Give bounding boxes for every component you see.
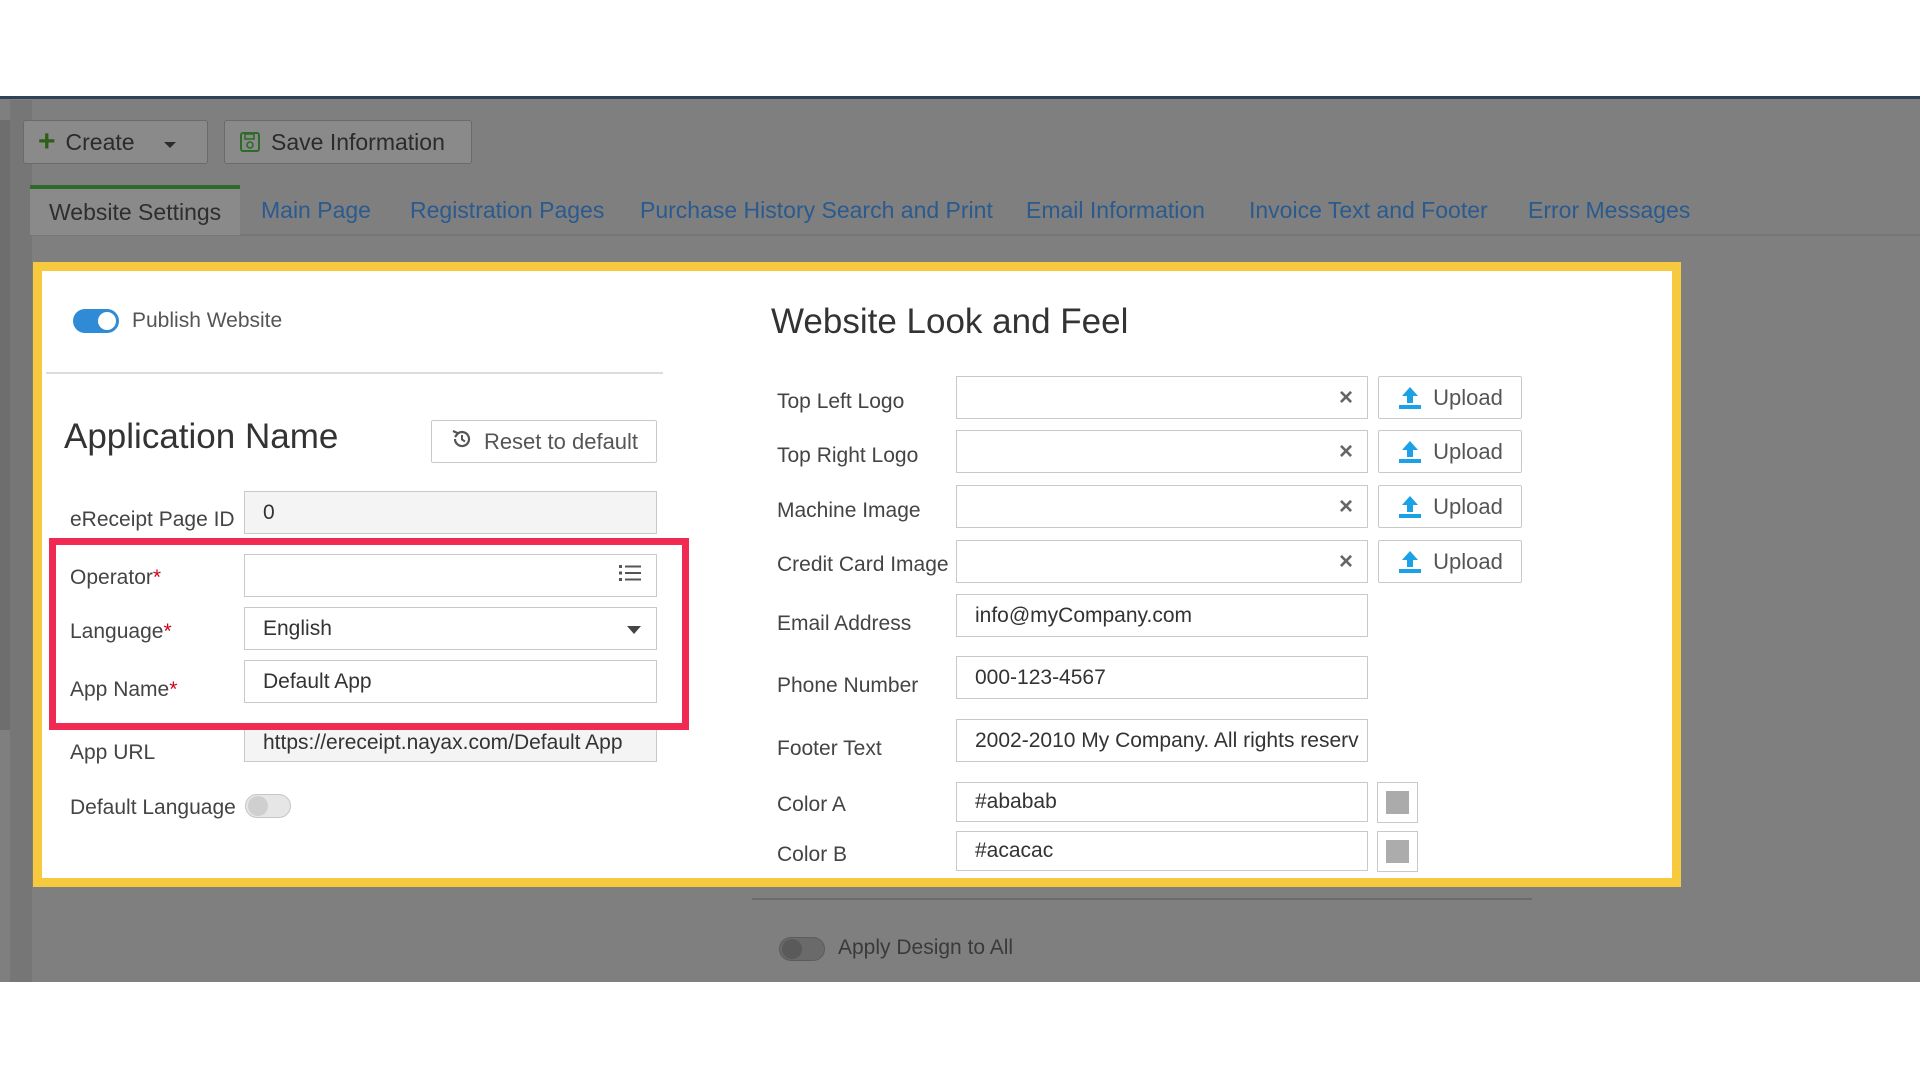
section-divider (46, 372, 663, 374)
tab-registration-pages[interactable]: Registration Pages (410, 185, 604, 235)
machine-image-label: Machine Image (777, 499, 921, 522)
credit-card-image-field[interactable]: × (956, 540, 1368, 583)
tab-email-information[interactable]: Email Information (1026, 185, 1205, 235)
reset-to-default-label: Reset to default (483, 428, 639, 454)
application-name-heading: Application Name (64, 417, 339, 456)
create-button-label: Create (65, 128, 135, 155)
upload-label: Upload (1433, 384, 1503, 410)
page-id-value: 0 (263, 500, 275, 524)
phone-number-value: 000-123-4567 (975, 665, 1106, 689)
reset-to-default-button[interactable]: Reset to default (431, 420, 657, 463)
upload-label: Upload (1433, 438, 1503, 464)
email-address-label: Email Address (777, 612, 912, 635)
upload-label: Upload (1433, 548, 1503, 574)
color-b-input[interactable]: #acacac (956, 831, 1368, 871)
tab-invoice-text-footer[interactable]: Invoice Text and Footer (1249, 185, 1488, 235)
color-b-swatch[interactable] (1377, 831, 1418, 872)
color-a-chip (1386, 791, 1409, 814)
page-id-label: eReceipt Page ID (70, 508, 235, 531)
tab-website-settings[interactable]: Website Settings (30, 185, 240, 235)
publish-website-toggle[interactable] (73, 309, 119, 333)
color-b-chip (1386, 840, 1409, 863)
phone-number-label: Phone Number (777, 674, 919, 697)
credit-card-image-upload-button[interactable]: Upload (1378, 540, 1522, 583)
upload-icon (1397, 549, 1423, 575)
left-scrollbar[interactable] (0, 120, 10, 730)
upload-icon (1397, 439, 1423, 465)
tab-main-page[interactable]: Main Page (261, 185, 371, 235)
save-disk-icon (239, 131, 261, 153)
footer-text-value: 2002-2010 My Company. All rights reserv (975, 728, 1359, 752)
machine-image-upload-button[interactable]: Upload (1378, 485, 1522, 528)
save-information-button[interactable]: Save Information (224, 120, 472, 164)
app-url-label: App URL (70, 741, 156, 764)
caret-down-icon[interactable] (163, 129, 177, 156)
top-right-logo-field[interactable]: × (956, 430, 1368, 473)
app-url-value: https://ereceipt.nayax.com/Default App (263, 731, 623, 754)
top-right-logo-label: Top Right Logo (777, 444, 919, 467)
phone-number-input[interactable]: 000-123-4567 (956, 656, 1368, 699)
screen: + Create Save Information Website Settin… (0, 0, 1920, 1080)
apply-design-toggle[interactable] (779, 937, 825, 961)
close-icon[interactable]: × (1339, 493, 1353, 521)
top-right-logo-upload-button[interactable]: Upload (1378, 430, 1522, 473)
close-icon[interactable]: × (1339, 548, 1353, 576)
publish-website-label: Publish Website (132, 309, 283, 332)
create-button[interactable]: + Create (23, 120, 208, 164)
default-language-label: Default Language (70, 796, 236, 819)
left-gutter (10, 100, 32, 982)
required-fields-highlight (49, 538, 689, 730)
page-id-field: 0 (244, 491, 657, 534)
machine-image-field[interactable]: × (956, 485, 1368, 528)
top-left-logo-label: Top Left Logo (777, 390, 905, 413)
color-a-swatch[interactable] (1377, 782, 1418, 823)
upload-icon (1397, 385, 1423, 411)
credit-card-image-label: Credit Card Image (777, 553, 949, 576)
footer-text-input[interactable]: 2002-2010 My Company. All rights reserv (956, 719, 1368, 762)
color-b-value: #acacac (975, 839, 1054, 862)
plus-icon: + (38, 125, 56, 158)
default-language-toggle[interactable] (245, 794, 291, 818)
color-a-label: Color A (777, 793, 846, 816)
apply-design-label: Apply Design to All (838, 936, 1014, 959)
top-left-logo-field[interactable]: × (956, 376, 1368, 419)
bottom-divider (752, 898, 1532, 900)
color-a-input[interactable]: #ababab (956, 782, 1368, 822)
upload-label: Upload (1433, 493, 1503, 519)
email-address-input[interactable]: info@myCompany.com (956, 594, 1368, 637)
close-icon[interactable]: × (1339, 438, 1353, 466)
email-address-value: info@myCompany.com (975, 603, 1192, 627)
save-information-label: Save Information (271, 128, 445, 155)
color-b-label: Color B (777, 843, 848, 866)
upload-icon (1397, 494, 1423, 520)
close-icon[interactable]: × (1339, 384, 1353, 412)
color-a-value: #ababab (975, 790, 1057, 813)
tab-error-messages[interactable]: Error Messages (1528, 185, 1690, 235)
footer-text-label: Footer Text (777, 737, 882, 760)
top-left-logo-upload-button[interactable]: Upload (1378, 376, 1522, 419)
look-and-feel-heading: Website Look and Feel (771, 302, 1129, 341)
history-icon (450, 427, 474, 457)
tab-purchase-history[interactable]: Purchase History Search and Print (640, 185, 993, 235)
